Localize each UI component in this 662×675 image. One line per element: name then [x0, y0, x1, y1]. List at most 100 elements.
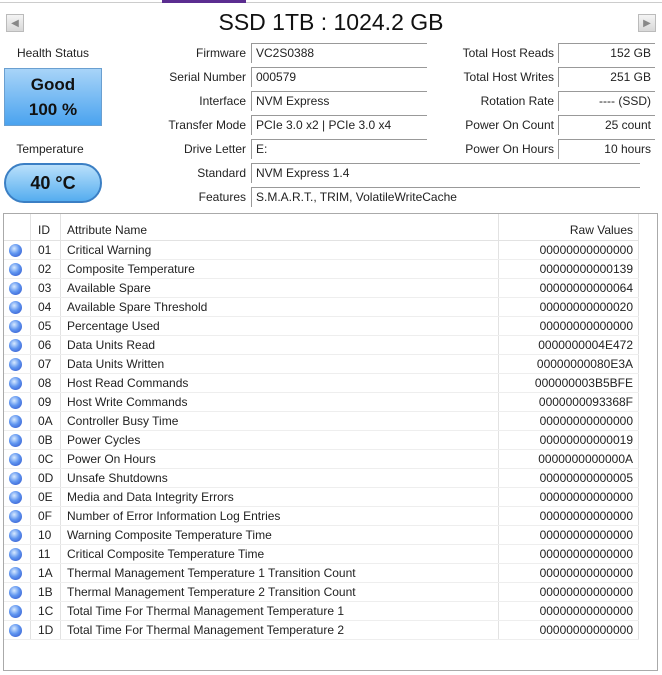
table-row[interactable]: 1C Total Time For Thermal Management Tem…: [4, 602, 639, 621]
temperature-badge[interactable]: 40 °C: [4, 163, 102, 203]
table-row[interactable]: 11 Critical Composite Temperature Time 0…: [4, 545, 639, 564]
table-row[interactable]: 1D Total Time For Thermal Management Tem…: [4, 621, 639, 640]
stat-value-field[interactable]: 25 count: [558, 115, 655, 135]
status-good-icon: [9, 415, 22, 428]
attribute-raw-value: 00000000000019: [539, 433, 633, 447]
info-value-field[interactable]: PCIe 3.0 x2 | PCIe 3.0 x4: [251, 115, 427, 135]
table-row[interactable]: 09 Host Write Commands 0000000093368F: [4, 393, 639, 412]
attribute-raw-value: 000000003B5BFE: [534, 376, 633, 390]
attribute-id: 0B: [38, 433, 53, 447]
info-value-field[interactable]: E:: [251, 139, 427, 159]
attribute-id: 0E: [38, 490, 53, 504]
attribute-name: Total Time For Thermal Management Temper…: [67, 604, 345, 618]
stat-label: Rotation Rate: [480, 94, 554, 108]
top-border: [0, 2, 662, 3]
stat-label: Power On Count: [465, 118, 554, 132]
temperature-label: Temperature: [16, 142, 84, 156]
table-row[interactable]: 1B Thermal Management Temperature 2 Tran…: [4, 583, 639, 602]
stat-value-field[interactable]: 10 hours: [558, 139, 655, 159]
table-row[interactable]: 08 Host Read Commands 000000003B5BFE: [4, 374, 639, 393]
info-label: Standard: [197, 166, 246, 180]
attribute-raw-value: 00000000000000: [539, 509, 633, 523]
attribute-id: 11: [38, 547, 51, 561]
info-label: Serial Number: [169, 70, 246, 84]
info-value-field[interactable]: NVM Express 1.4: [251, 163, 640, 183]
table-row[interactable]: 0F Number of Error Information Log Entri…: [4, 507, 639, 526]
attribute-name: Number of Error Information Log Entries: [67, 509, 281, 523]
header-id[interactable]: ID: [30, 219, 60, 240]
status-good-icon: [9, 377, 22, 390]
info-value-field[interactable]: S.M.A.R.T., TRIM, VolatileWriteCache: [251, 187, 640, 207]
attribute-id: 1A: [38, 566, 53, 580]
info-label: Interface: [199, 94, 246, 108]
status-good-icon: [9, 339, 22, 352]
table-row[interactable]: 0E Media and Data Integrity Errors 00000…: [4, 488, 639, 507]
status-good-icon: [9, 358, 22, 371]
attribute-id: 01: [38, 243, 52, 257]
attribute-raw-value: 00000000000000: [539, 623, 633, 637]
status-good-icon: [9, 396, 22, 409]
table-row[interactable]: 10 Warning Composite Temperature Time 00…: [4, 526, 639, 545]
smart-attributes-table: ID Attribute Name Raw Values 01 Critical…: [3, 213, 658, 671]
header-raw-values[interactable]: Raw Values: [498, 219, 633, 240]
attribute-raw-value: 00000000000000: [539, 528, 633, 542]
table-row[interactable]: 0A Controller Busy Time 00000000000000: [4, 412, 639, 431]
attribute-raw-value: 00000000000000: [539, 604, 633, 618]
attribute-name: Media and Data Integrity Errors: [67, 490, 234, 504]
info-value-field[interactable]: VC2S0388: [251, 43, 427, 63]
info-label: Firmware: [196, 46, 246, 60]
table-row[interactable]: 0D Unsafe Shutdowns 00000000000005: [4, 469, 639, 488]
status-good-icon: [9, 263, 22, 276]
table-row[interactable]: 03 Available Spare 00000000000064: [4, 279, 639, 298]
attribute-name: Controller Busy Time: [67, 414, 179, 428]
status-good-icon: [9, 548, 22, 561]
status-good-icon: [9, 491, 22, 504]
status-good-icon: [9, 605, 22, 618]
table-row[interactable]: 0B Power Cycles 00000000000019: [4, 431, 639, 450]
status-good-icon: [9, 244, 22, 257]
info-value-field[interactable]: 000579: [251, 67, 427, 87]
table-row[interactable]: 04 Available Spare Threshold 00000000000…: [4, 298, 639, 317]
attribute-id: 04: [38, 300, 52, 314]
attribute-name: Data Units Read: [67, 338, 156, 352]
table-row[interactable]: 02 Composite Temperature 00000000000139: [4, 260, 639, 279]
table-row[interactable]: 05 Percentage Used 00000000000000: [4, 317, 639, 336]
attribute-raw-value: 00000000000139: [539, 262, 633, 276]
status-good-icon: [9, 586, 22, 599]
info-label: Drive Letter: [183, 142, 246, 156]
attribute-id: 1D: [38, 623, 54, 637]
table-header: ID Attribute Name Raw Values: [4, 219, 639, 241]
status-good-icon: [9, 472, 22, 485]
attribute-raw-value: 0000000004E472: [538, 338, 633, 352]
info-value-field[interactable]: NVM Express: [251, 91, 427, 111]
table-row[interactable]: 01 Critical Warning 00000000000000: [4, 241, 639, 260]
stat-value-field[interactable]: ---- (SSD): [558, 91, 655, 111]
table-row[interactable]: 1A Thermal Management Temperature 1 Tran…: [4, 564, 639, 583]
attribute-raw-value: 00000000000000: [539, 319, 633, 333]
status-good-icon: [9, 529, 22, 542]
health-percent: 100 %: [28, 100, 78, 119]
stat-value-field[interactable]: 251 GB: [558, 67, 655, 87]
table-row[interactable]: 07 Data Units Written 00000000080E3A: [4, 355, 639, 374]
attribute-raw-value: 0000000000000A: [538, 452, 633, 466]
attribute-id: 03: [38, 281, 52, 295]
status-good-icon: [9, 567, 22, 580]
attribute-raw-value: 00000000000000: [539, 547, 633, 561]
drive-title: SSD 1TB : 1024.2 GB: [218, 9, 444, 35]
header-attribute-name[interactable]: Attribute Name: [60, 219, 147, 240]
attribute-name: Host Read Commands: [67, 376, 189, 390]
info-label: Features: [198, 190, 246, 204]
selected-drive-tab-indicator[interactable]: [162, 0, 246, 3]
status-good-icon: [9, 282, 22, 295]
attribute-raw-value: 0000000093368F: [538, 395, 633, 409]
stat-label: Total Host Writes: [463, 70, 554, 84]
attribute-name: Data Units Written: [67, 357, 165, 371]
stat-value-field[interactable]: 152 GB: [558, 43, 655, 63]
attribute-id: 09: [38, 395, 52, 409]
health-status-badge[interactable]: Good 100 %: [4, 68, 102, 126]
table-row[interactable]: 06 Data Units Read 0000000004E472: [4, 336, 639, 355]
attribute-raw-value: 00000000000000: [539, 414, 633, 428]
table-row[interactable]: 0C Power On Hours 0000000000000A: [4, 450, 639, 469]
attribute-id: 0C: [38, 452, 54, 466]
attribute-id: 05: [38, 319, 52, 333]
